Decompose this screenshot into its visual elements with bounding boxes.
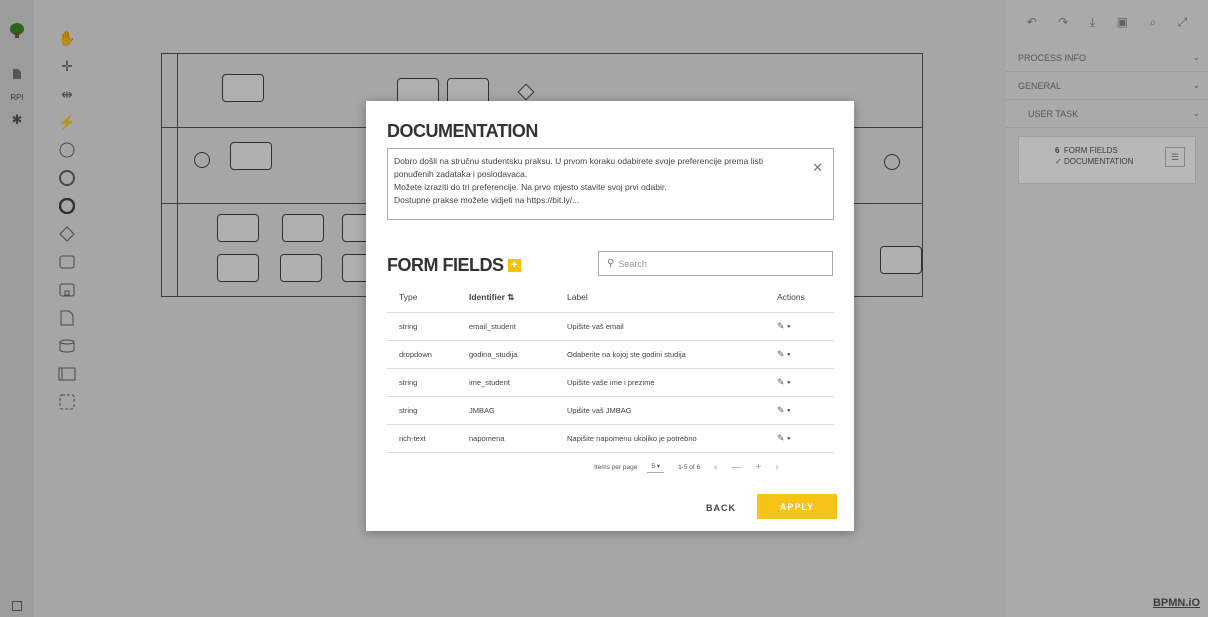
items-per-page-value: 5 bbox=[651, 463, 655, 470]
form-fields-heading: FORM FIELDS bbox=[387, 255, 504, 275]
row-actions: ✎ ▪ bbox=[765, 340, 834, 369]
cell-type: string bbox=[387, 396, 457, 425]
row-actions: ✎ ▪ bbox=[765, 424, 834, 453]
table-row[interactable]: string ime_student Upišite vaše ime i pr… bbox=[387, 368, 834, 397]
plus-icon[interactable]: + bbox=[755, 462, 761, 473]
next-page-icon[interactable]: › bbox=[775, 462, 778, 473]
cell-identifier: godina_studija bbox=[457, 340, 555, 369]
table-header-row: Type Identifier ⇅ Label Actions bbox=[387, 283, 834, 313]
items-per-page-label: Items per page bbox=[594, 464, 638, 471]
delete-icon[interactable]: ▪ bbox=[787, 405, 790, 415]
doc-line: Dostupne prakse možete vidjeti na https:… bbox=[394, 195, 580, 205]
cell-label: Odaberite na kojoj ste godini studija bbox=[555, 340, 765, 369]
doc-line: ponuđenih zadataka i poslodavaca. bbox=[394, 169, 528, 179]
apply-button[interactable]: APPLY bbox=[757, 494, 837, 519]
cell-identifier: JMBAG bbox=[457, 396, 555, 425]
form-fields-table: Type Identifier ⇅ Label Actions string e… bbox=[387, 283, 834, 453]
paginator: Items per page 5 ▾ 1-5 of 6 ‹ — + › bbox=[594, 462, 779, 473]
cell-label: Upišite vaš JMBAG bbox=[555, 396, 765, 425]
user-task-modal: DOCUMENTATION Dobro došli na stručnu stu… bbox=[366, 101, 854, 531]
cell-type: string bbox=[387, 368, 457, 397]
close-icon[interactable]: ✕ bbox=[812, 161, 823, 174]
delete-icon[interactable]: ▪ bbox=[787, 349, 790, 359]
minus-icon[interactable]: — bbox=[731, 462, 741, 473]
cell-label: Napišite napomenu ukoliko je potrebno bbox=[555, 424, 765, 453]
cell-type: rich-text bbox=[387, 424, 457, 453]
search-placeholder: Search bbox=[618, 258, 647, 269]
form-fields-title: FORM FIELDS + bbox=[387, 255, 521, 276]
cell-identifier: napomena bbox=[457, 424, 555, 453]
doc-line: Dobro došli na stručnu studentsku praksu… bbox=[394, 156, 763, 166]
search-input[interactable]: ⚲ Search bbox=[598, 251, 833, 276]
cell-identifier: email_student bbox=[457, 312, 555, 341]
prev-page-icon[interactable]: ‹ bbox=[714, 462, 717, 473]
column-actions: Actions bbox=[765, 283, 834, 313]
row-actions: ✎ ▪ bbox=[765, 312, 834, 341]
column-identifier-label: Identifier bbox=[469, 291, 505, 302]
doc-line: Možete izraziti do tri preferencije. Na … bbox=[394, 182, 667, 192]
table-row[interactable]: dropdown godina_studija Odaberite na koj… bbox=[387, 340, 834, 369]
cell-identifier: ime_student bbox=[457, 368, 555, 397]
documentation-textarea[interactable]: Dobro došli na stručnu studentsku praksu… bbox=[387, 148, 834, 220]
search-icon: ⚲ bbox=[607, 258, 615, 269]
column-label[interactable]: Label bbox=[555, 283, 765, 313]
table-row[interactable]: rich-text napomena Napišite napomenu uko… bbox=[387, 424, 834, 453]
documentation-title: DOCUMENTATION bbox=[387, 121, 538, 141]
cell-type: string bbox=[387, 312, 457, 341]
row-actions: ✎ ▪ bbox=[765, 368, 834, 397]
delete-icon[interactable]: ▪ bbox=[787, 433, 790, 443]
cell-label: Upišite vaše ime i prezime bbox=[555, 368, 765, 397]
cell-type: dropdown bbox=[387, 340, 457, 369]
edit-icon[interactable]: ✎ bbox=[777, 377, 785, 387]
items-per-page-select[interactable]: 5 ▾ bbox=[647, 462, 665, 473]
edit-icon[interactable]: ✎ bbox=[777, 321, 785, 331]
page-range: 1-5 of 6 bbox=[678, 464, 701, 471]
edit-icon[interactable]: ✎ bbox=[777, 405, 785, 415]
add-field-icon[interactable]: + bbox=[507, 259, 521, 272]
edit-icon[interactable]: ✎ bbox=[777, 433, 785, 443]
delete-icon[interactable]: ▪ bbox=[787, 377, 790, 387]
delete-icon[interactable]: ▪ bbox=[787, 321, 790, 331]
cell-label: Upišite vaš email bbox=[555, 312, 765, 341]
sort-icon: ⇅ bbox=[507, 291, 515, 302]
column-type[interactable]: Type bbox=[387, 283, 457, 313]
row-actions: ✎ ▪ bbox=[765, 396, 834, 425]
back-button[interactable]: BACK bbox=[686, 496, 756, 520]
table-row[interactable]: string JMBAG Upišite vaš JMBAG ✎ ▪ bbox=[387, 396, 834, 425]
column-identifier[interactable]: Identifier ⇅ bbox=[457, 283, 555, 313]
edit-icon[interactable]: ✎ bbox=[777, 349, 785, 359]
table-row[interactable]: string email_student Upišite vaš email ✎… bbox=[387, 312, 834, 341]
